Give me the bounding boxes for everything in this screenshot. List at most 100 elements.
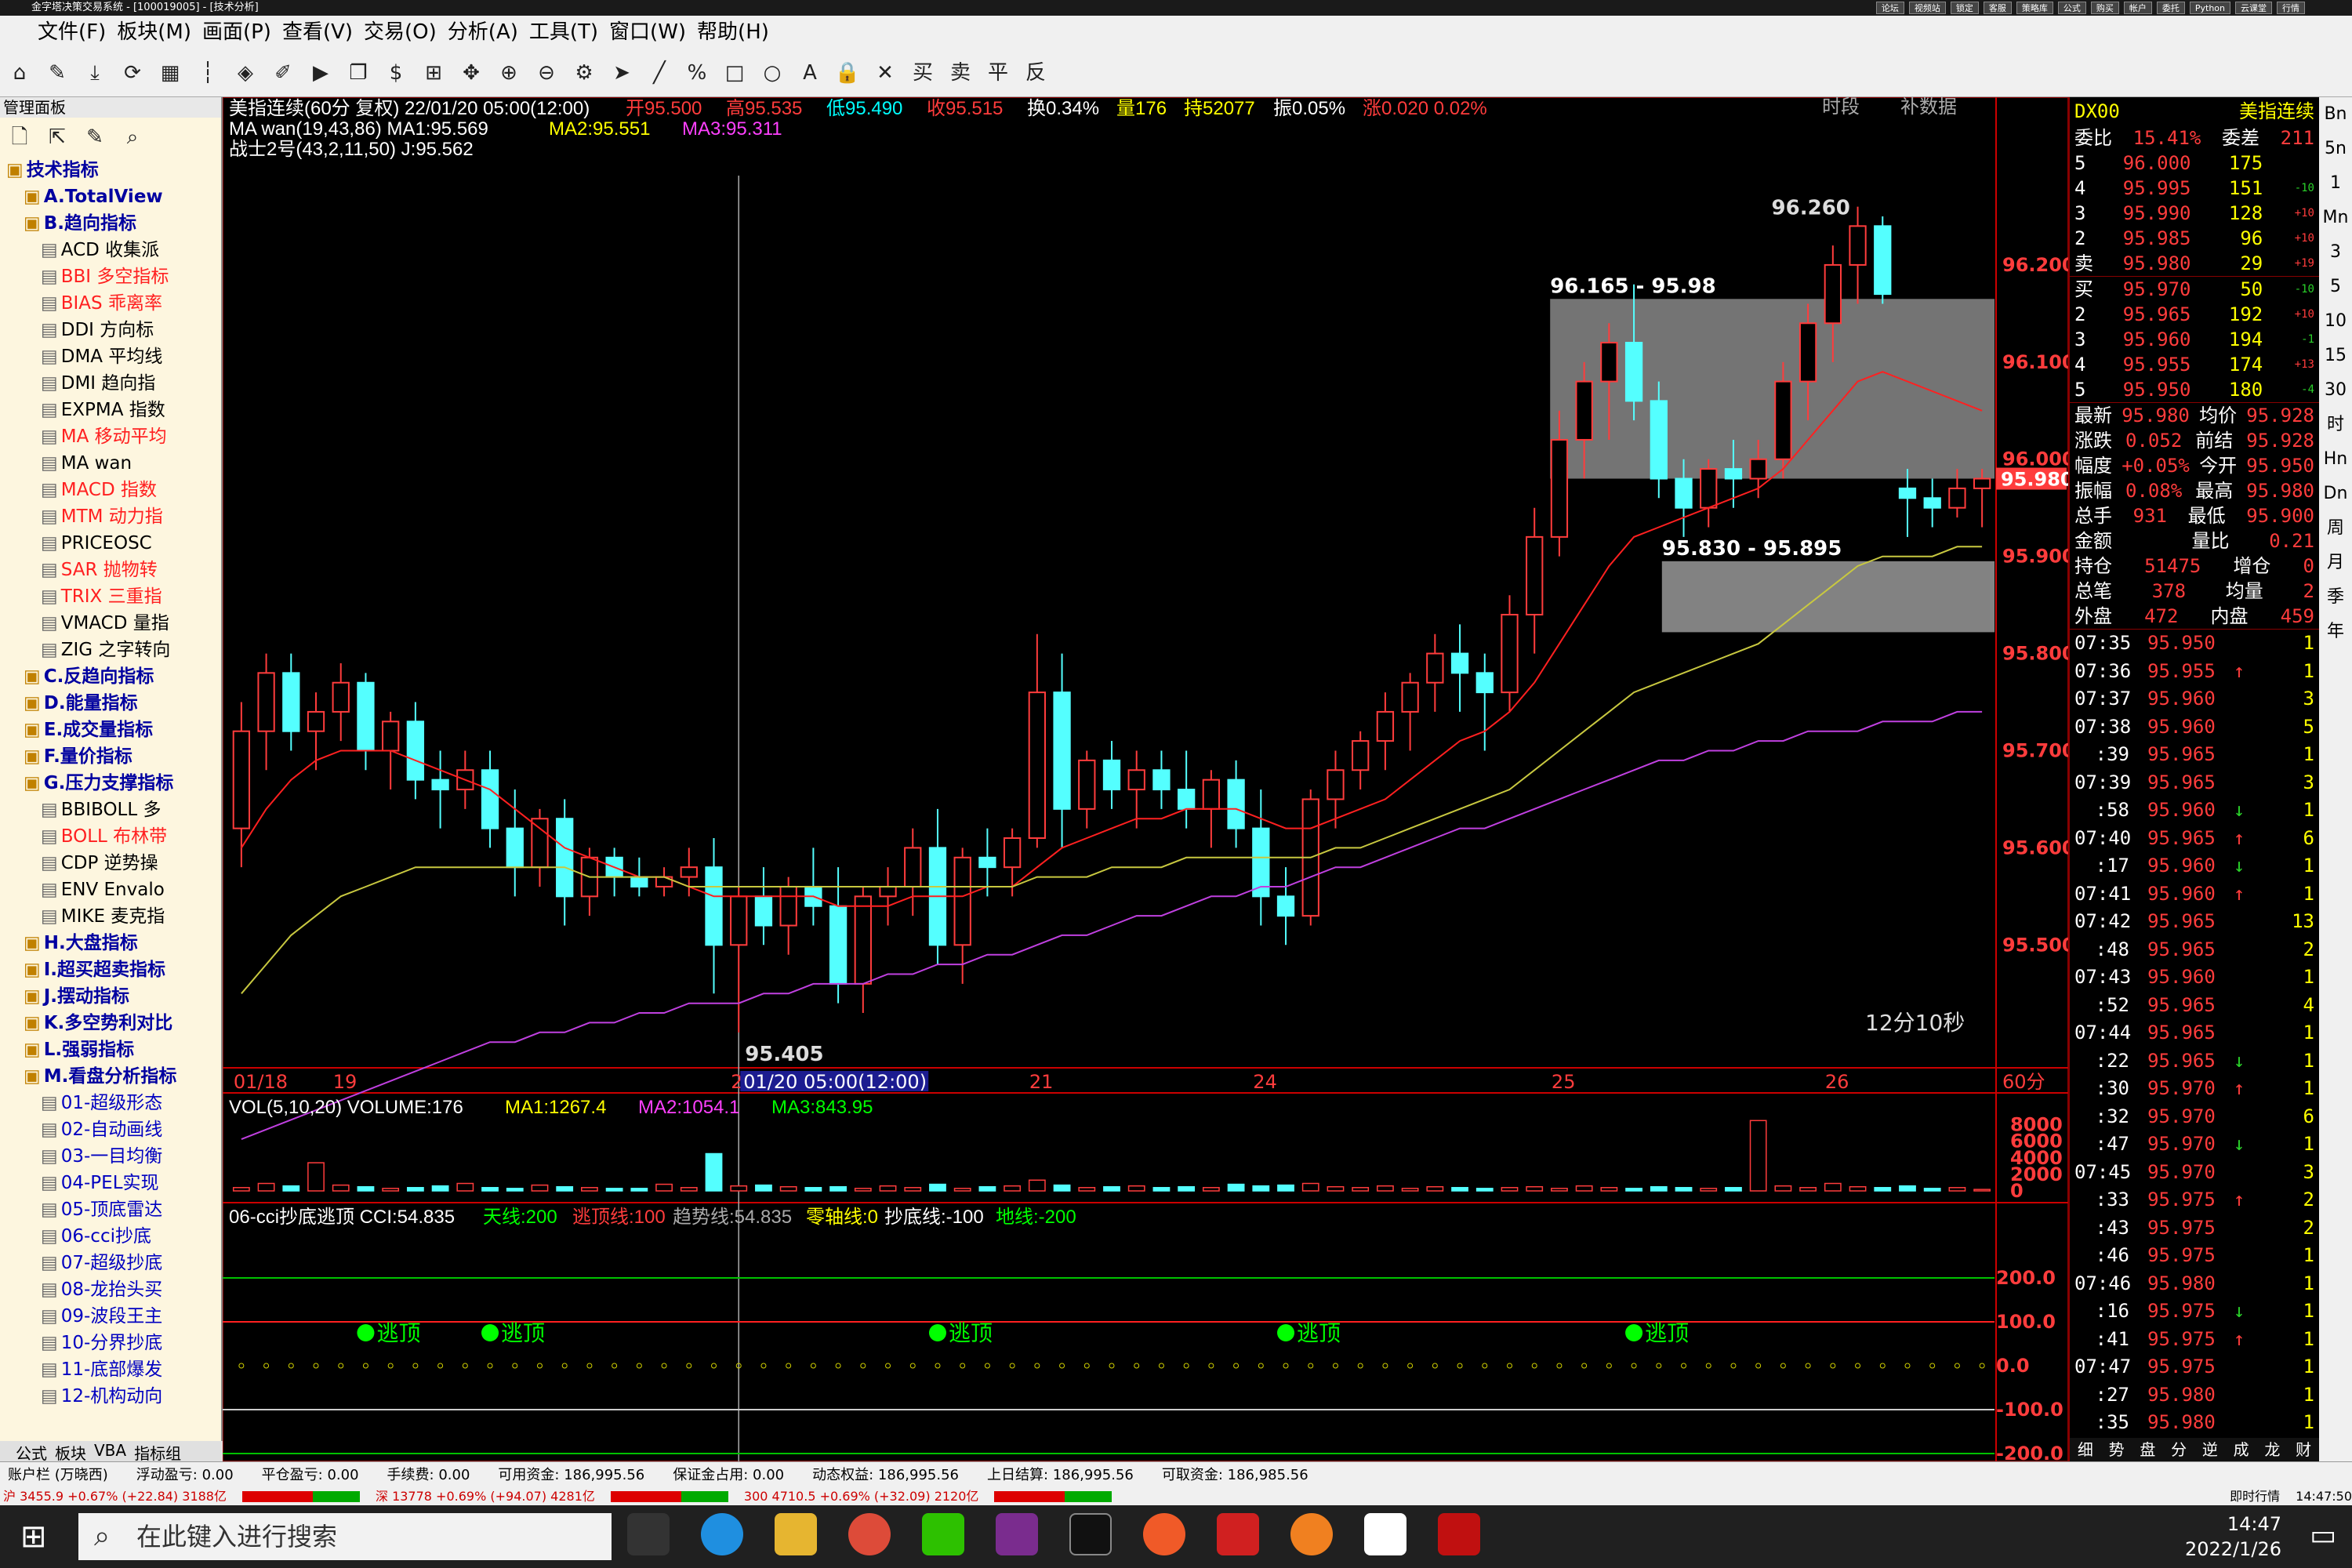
tree-item[interactable]: ▤ 10-分界抄底 (0, 1330, 221, 1356)
tree-item[interactable]: ▤ 01-超级形态 (0, 1090, 221, 1116)
panel-tab-2[interactable]: VBA (94, 1441, 126, 1461)
menu-item-0[interactable]: 文件(F) (38, 16, 106, 49)
candle-body[interactable] (1600, 342, 1618, 383)
candle-body[interactable] (332, 681, 350, 713)
candle-body[interactable] (257, 672, 275, 732)
tree-item[interactable]: ▤ DMI 趋向指 (0, 370, 221, 397)
search-icon[interactable]: ⌕ (119, 124, 146, 151)
windows-start-icon[interactable]: ⊞ (20, 1521, 47, 1552)
panel-tab-1[interactable]: 板块 (55, 1441, 86, 1463)
notification-icon[interactable]: ▭ (2310, 1519, 2336, 1552)
pyramid-icon[interactable] (1217, 1513, 1259, 1555)
folder-icon[interactable] (775, 1513, 817, 1555)
candle-body[interactable] (1078, 759, 1096, 810)
wechat-icon[interactable] (922, 1513, 964, 1555)
edge-icon[interactable] (701, 1513, 743, 1555)
indicator-icon[interactable]: ◈ (232, 60, 259, 86)
candle-body[interactable] (1624, 342, 1643, 402)
kline-chart[interactable]: 美指连续(60分 复权) 22/01/20 05:00(12:00) 开95.50… (222, 96, 2075, 1465)
candle-body[interactable] (1948, 487, 1966, 509)
dollar-icon[interactable]: $ (383, 60, 409, 86)
tree-item[interactable]: ▤ TRIX 三重指 (0, 583, 221, 610)
text-icon[interactable]: A (797, 60, 823, 86)
close-icon[interactable]: ✕ (872, 60, 898, 86)
candle-body[interactable] (953, 856, 971, 946)
tree-item[interactable]: ▤ VMACD 量指 (0, 610, 221, 637)
candle-body[interactable] (1450, 652, 1469, 674)
title-btn-2[interactable]: 锁定 (1950, 2, 1979, 14)
candle-body[interactable] (779, 885, 797, 927)
title-btn-10[interactable]: 云课堂 (2235, 2, 2272, 14)
title-btn-6[interactable]: 购买 (2090, 2, 2119, 14)
candle-body[interactable] (506, 827, 524, 869)
wh6-icon[interactable] (1438, 1513, 1480, 1555)
taskbar-search[interactable]: ⌕ 在此键入进行搜索 (78, 1513, 612, 1560)
candle-body[interactable] (1898, 487, 1917, 499)
title-btn-9[interactable]: Python (2189, 2, 2230, 14)
candle-body[interactable] (1352, 740, 1370, 771)
download-icon[interactable]: ⤓ (82, 60, 108, 86)
quote-tab-1[interactable]: 势 (2109, 1438, 2125, 1461)
support-zone[interactable] (1661, 561, 1994, 633)
candle-body[interactable] (1798, 322, 1817, 383)
line-icon[interactable]: ╱ (646, 60, 673, 86)
tree-item[interactable]: ▤ ACD 收集派 (0, 237, 221, 263)
new-file-icon[interactable]: 🗋 (6, 124, 33, 151)
reverse-icon[interactable]: 反 (1022, 60, 1049, 86)
move-icon[interactable]: ✥ (458, 60, 485, 86)
candle-body[interactable] (1824, 263, 1842, 325)
tree-item[interactable]: ▣ F.量价指标 (0, 743, 221, 770)
zoom-in-icon[interactable]: ⊕ (495, 60, 522, 86)
candle-body[interactable] (1575, 380, 1593, 441)
terminal-icon[interactable] (1069, 1513, 1112, 1555)
candle-body[interactable] (705, 866, 723, 946)
tree-item[interactable]: ▣ A.TotalView (0, 183, 221, 210)
candle-body[interactable] (630, 876, 648, 887)
candle-body[interactable] (1874, 225, 1892, 296)
bid-row[interactable]: 2 95.965 192 +10 (2070, 302, 2319, 327)
tree-item[interactable]: ▤ BOLL 布林带 (0, 823, 221, 850)
candle-body[interactable] (1276, 895, 1295, 917)
bid-row[interactable]: 5 95.950 180 -4 (2070, 377, 2319, 402)
title-btn-5[interactable]: 公式 (2057, 2, 2086, 14)
rect-icon[interactable]: □ (721, 60, 748, 86)
candle-body[interactable] (1227, 779, 1245, 829)
tree-item[interactable]: ▤ MTM 动力指 (0, 503, 221, 530)
quote-tab-7[interactable]: 财 (2296, 1438, 2311, 1461)
tree-item[interactable]: ▤ ZIG 之字转向 (0, 637, 221, 663)
gear-icon[interactable]: ⚙ (571, 60, 597, 86)
title-btn-3[interactable]: 客服 (1983, 2, 2012, 14)
period-btn-4[interactable]: 3 (2319, 235, 2352, 270)
panel-tab-0[interactable]: 公式 (16, 1441, 47, 1463)
menu-item-1[interactable]: 板块(M) (117, 16, 191, 49)
candle-body[interactable] (1426, 652, 1444, 684)
tree-item[interactable]: ▤ EXPMA 指数 (0, 397, 221, 423)
title-btn-8[interactable]: 委托 (2156, 2, 2185, 14)
candle-body[interactable] (481, 769, 499, 829)
quote-tab-0[interactable]: 细 (2078, 1438, 2093, 1461)
tree-item[interactable]: ▤ 12-机构动向 (0, 1383, 221, 1410)
candle-body[interactable] (1675, 477, 1693, 509)
title-btn-0[interactable]: 论坛 (1875, 2, 1904, 14)
title-btn-11[interactable]: 行情 (2277, 2, 2305, 14)
candle-body[interactable] (680, 866, 698, 878)
candle-body[interactable] (904, 847, 922, 887)
candle-body[interactable] (1127, 769, 1145, 791)
period-btn-12[interactable]: 周 (2319, 511, 2352, 546)
chrome-icon[interactable] (848, 1513, 891, 1555)
ask-row[interactable]: 2 95.985 96 +10 (2070, 226, 2319, 251)
period-btn-8[interactable]: 30 (2319, 373, 2352, 408)
app2-icon[interactable] (1364, 1513, 1406, 1555)
candle-body[interactable] (1550, 438, 1569, 538)
tree-item[interactable]: ▤ DDI 方向标 (0, 317, 221, 343)
candle-body[interactable] (1774, 380, 1792, 460)
period-btn-9[interactable]: 时 (2319, 408, 2352, 442)
candle-body[interactable] (1501, 614, 1519, 694)
system-tray[interactable]: 14:47 2022/1/26 (2185, 1512, 2281, 1562)
candle-icon[interactable]: ┆ (194, 60, 221, 86)
candle-body[interactable] (307, 710, 325, 732)
pdf-icon[interactable] (996, 1513, 1038, 1555)
buy-icon[interactable]: 买 (909, 60, 936, 86)
candle-body[interactable] (1053, 691, 1071, 810)
menu-item-8[interactable]: 帮助(H) (697, 16, 769, 49)
